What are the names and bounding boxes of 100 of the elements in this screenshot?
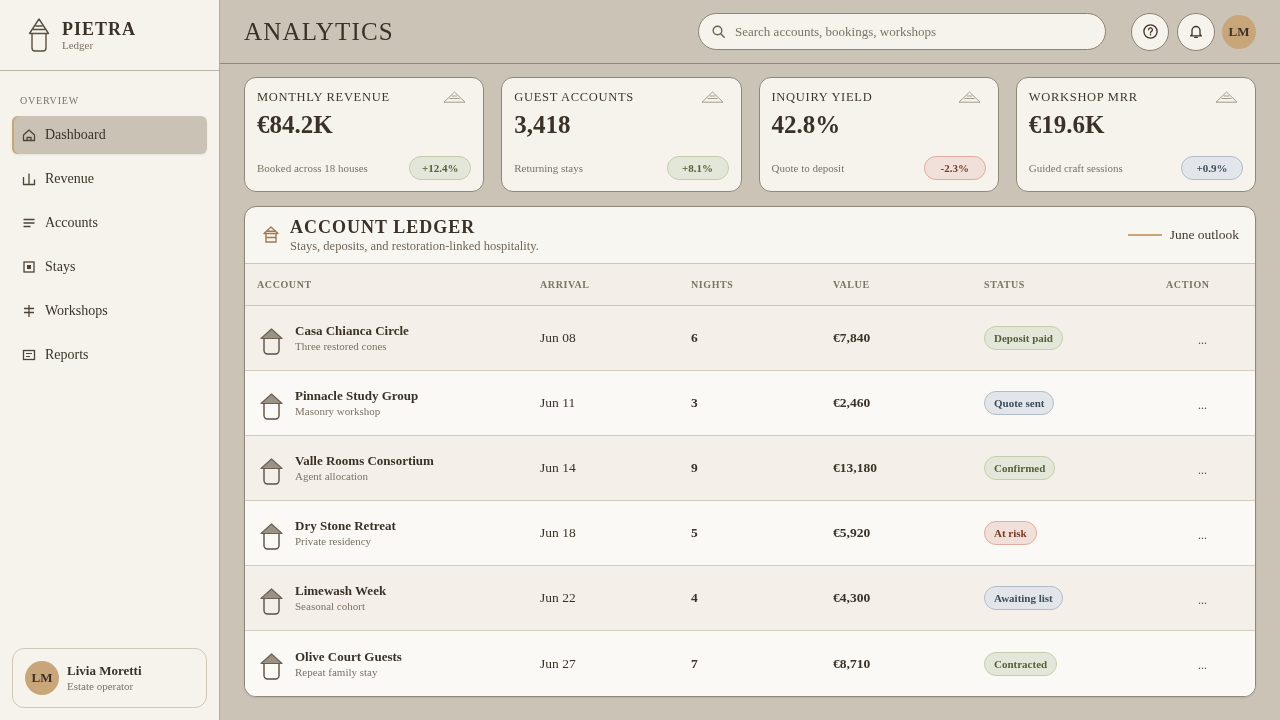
- arrival-cell: Jun 11: [540, 395, 576, 411]
- sidebar-item[interactable]: Dashboard: [12, 116, 207, 154]
- more-button[interactable]: ...: [1196, 328, 1209, 347]
- arrival-cell: Jun 18: [540, 525, 576, 541]
- avatar[interactable]: LM: [1222, 14, 1256, 49]
- sidebar-item[interactable]: Revenue: [12, 160, 207, 198]
- sidebar-item[interactable]: Accounts: [12, 204, 207, 242]
- account-detail: Agent allocation: [295, 469, 368, 483]
- cone-house-logo-icon: [28, 18, 50, 52]
- legend-label: June outlook: [1169, 227, 1239, 243]
- cone-house-icon: [260, 522, 283, 550]
- kpi-label: MONTHLY REVENUE: [257, 89, 390, 105]
- document-icon: [22, 348, 36, 362]
- status-tag: Deposit paid: [984, 326, 1063, 350]
- more-button[interactable]: ...: [1196, 588, 1209, 607]
- account-name: Valle Rooms Consortium: [295, 453, 434, 469]
- kpi-value: 42.8%: [771, 110, 842, 140]
- value-cell: €8,710: [833, 655, 871, 672]
- delta-badge: -2.3%: [923, 156, 986, 180]
- sidebar-item[interactable]: Stays: [12, 248, 207, 286]
- user-name: Livia Moretti: [67, 663, 142, 679]
- stepped-pyramid-icon: [1215, 91, 1238, 103]
- delta-badge: +0.9%: [1181, 156, 1243, 180]
- brand-subtitle: Ledger: [62, 38, 95, 52]
- cone-house-icon: [260, 327, 283, 355]
- column-header: ACCOUNT: [257, 279, 312, 290]
- status-tag: Contracted: [984, 651, 1058, 676]
- status-tag: Quote sent: [984, 391, 1055, 415]
- account-name: Olive Court Guests: [295, 648, 402, 665]
- notifications-button[interactable]: [1177, 12, 1215, 51]
- value-cell: €13,180: [833, 460, 877, 476]
- status-tag: At risk: [984, 521, 1037, 545]
- value-cell: €4,300: [833, 590, 871, 606]
- delta-badge: +12.4%: [409, 156, 472, 180]
- account-detail: Masonry workshop: [295, 404, 381, 418]
- column-header: VALUE: [833, 279, 870, 290]
- more-button[interactable]: ...: [1196, 523, 1209, 542]
- kpi-label: WORKSHOP MRR: [1028, 89, 1138, 105]
- panel-title: ACCOUNT LEDGER: [290, 216, 476, 238]
- account-name: Pinnacle Study Group: [295, 388, 419, 404]
- more-button[interactable]: ...: [1196, 654, 1209, 672]
- legend-line-icon: [1127, 234, 1162, 236]
- account-detail: Private residency: [295, 534, 372, 548]
- nights-cell: 5: [691, 525, 698, 541]
- delta-badge: +8.1%: [666, 156, 729, 180]
- search-icon: [712, 25, 725, 38]
- kpi-value: €84.2K: [257, 110, 334, 140]
- kpi-value: 3,418: [514, 110, 572, 140]
- search-field[interactable]: Search accounts, bookings, workshops: [698, 13, 1106, 50]
- status-tag: Confirmed: [984, 456, 1056, 480]
- more-button[interactable]: ...: [1196, 393, 1209, 412]
- kpi-note: Quote to deposit: [771, 162, 845, 174]
- kpi-label: GUEST ACCOUNTS: [514, 89, 634, 105]
- avatar: LM: [25, 661, 59, 695]
- nights-cell: 3: [691, 395, 698, 411]
- user-card[interactable]: LM Livia Moretti Estate operator: [12, 648, 207, 708]
- user-role: Estate operator: [67, 679, 135, 693]
- stepped-pyramid-icon: [700, 91, 724, 103]
- account-detail: Three restored cones: [295, 339, 387, 353]
- bar-chart-icon: [22, 172, 36, 186]
- nav-section-label: OVERVIEW: [20, 95, 80, 107]
- kpi-note: Returning stays: [514, 162, 583, 174]
- house-icon: [22, 128, 36, 142]
- stepped-pyramid-icon: [443, 91, 467, 103]
- nights-cell: 4: [691, 590, 698, 606]
- account-name: Limewash Week: [295, 583, 387, 599]
- kpi-note: Booked across 18 houses: [257, 162, 368, 174]
- lines-icon: [22, 216, 36, 230]
- account-detail: Seasonal cohort: [295, 599, 365, 613]
- value-cell: €7,840: [833, 330, 871, 346]
- value-cell: €5,920: [833, 525, 871, 541]
- page-title: ANALYTICS: [244, 17, 395, 46]
- arrival-cell: Jun 14: [540, 460, 576, 476]
- column-header: ARRIVAL: [540, 279, 590, 290]
- cone-house-icon: [260, 653, 283, 680]
- help-button[interactable]: [1131, 12, 1169, 51]
- arrival-cell: Jun 22: [540, 590, 576, 606]
- account-detail: Repeat family stay: [295, 664, 378, 679]
- arrival-cell: Jun 08: [540, 330, 576, 346]
- bell-icon: [1189, 24, 1203, 39]
- help-icon: [1142, 24, 1158, 39]
- cone-house-icon: [260, 392, 283, 420]
- double-cross-icon: [22, 304, 36, 318]
- status-tag: Awaiting list: [984, 586, 1063, 610]
- more-button[interactable]: ...: [1196, 458, 1209, 477]
- house-icon: [263, 226, 279, 243]
- stepped-pyramid-icon: [957, 91, 981, 103]
- value-cell: €2,460: [833, 395, 871, 411]
- cone-house-icon: [260, 587, 283, 615]
- nights-cell: 6: [691, 330, 698, 346]
- arrival-cell: Jun 27: [540, 655, 576, 672]
- panel-subtitle: Stays, deposits, and restoration-linked hospitality.: [290, 238, 539, 254]
- kpi-label: INQUIRY YIELD: [771, 89, 873, 105]
- brand-name: PIETRA: [62, 18, 136, 39]
- sidebar-item[interactable]: Workshops: [12, 292, 207, 330]
- account-name: Casa Chianca Circle: [295, 323, 409, 339]
- column-header: ACTION: [1166, 279, 1210, 290]
- framed-square-icon: [22, 260, 36, 274]
- sidebar-item[interactable]: Reports: [12, 336, 207, 374]
- column-header: NIGHTS: [691, 279, 734, 290]
